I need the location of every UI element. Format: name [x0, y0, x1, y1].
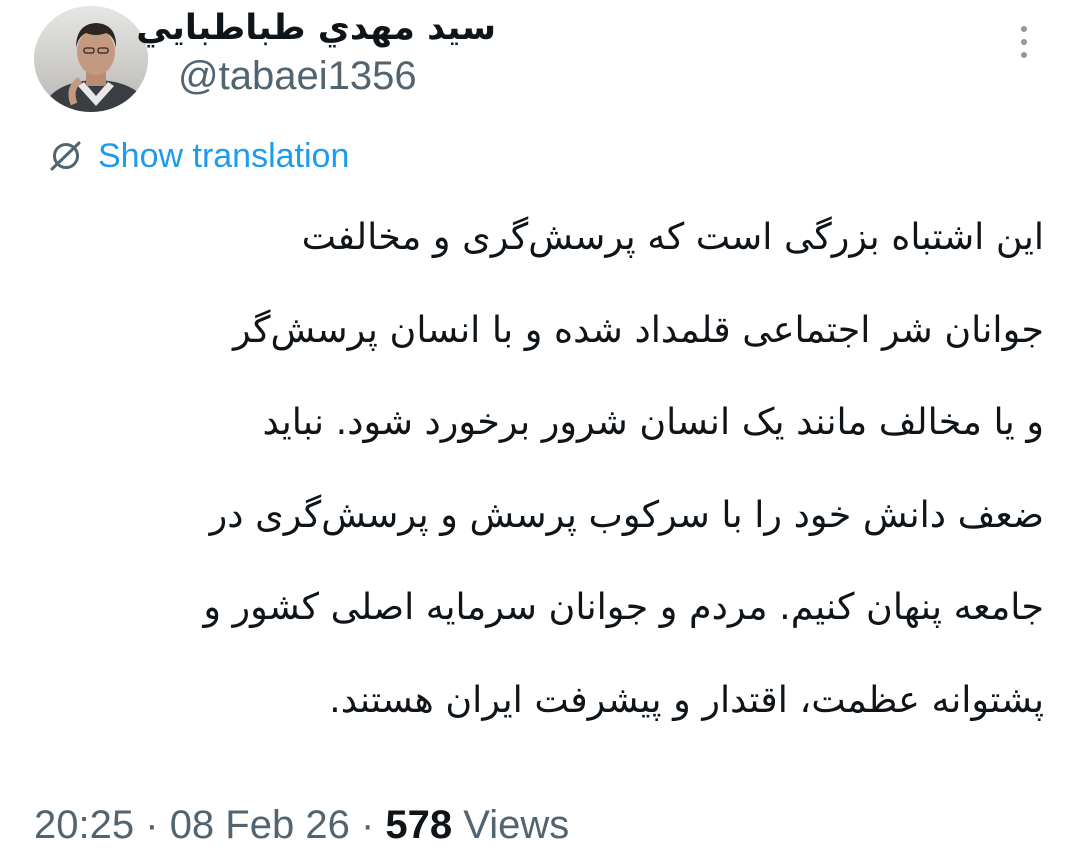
views-label: Views	[463, 803, 570, 847]
tweet-meta: 20:25 · 08 Feb 26 · 578 Views	[34, 800, 569, 850]
tweet-text-line: و یا مخالف مانند یک انسان شرور برخورد شو…	[262, 400, 1044, 444]
more-vertical-icon-dot	[1021, 52, 1027, 58]
show-translation-label: Show translation	[98, 136, 350, 175]
tweet-time[interactable]: 20:25	[34, 803, 134, 847]
tweet-date[interactable]: 08 Feb 26	[170, 803, 350, 847]
avatar-photo	[34, 6, 148, 112]
tweet-text-line: جامعه پنهان کنیم. مردم و جوانان سرمایه ا…	[203, 585, 1044, 629]
author-handle[interactable]: @tabaei1356	[178, 52, 417, 100]
views-count[interactable]: 578	[385, 803, 452, 847]
tweet-text-line: جوانان شر اجتماعی قلمداد شده و با انسان …	[232, 307, 1044, 351]
avatar[interactable]	[34, 6, 148, 112]
show-translation-button[interactable]: Show translation	[48, 134, 349, 178]
more-options-button[interactable]	[1006, 20, 1042, 64]
more-vertical-icon-dot	[1021, 39, 1027, 45]
tweet-text-line: پشتوانه عظمت، اقتدار و پیشرفت ایران هستن…	[329, 677, 1044, 721]
tweet-text-line: ضعف دانش خود را با سرکوب پرسش و پرسش‌گری…	[209, 492, 1044, 536]
tweet-text-line: این اشتباه بزرگی است که پرسش‌گری و مخالف…	[301, 215, 1044, 258]
meta-separator: ·	[145, 803, 159, 847]
author-display-name[interactable]: سيد مهدي طباطبايي	[136, 6, 496, 50]
more-vertical-icon	[1021, 26, 1027, 32]
tweet-text: این اشتباه بزرگی است که پرسش‌گری و مخالف…	[54, 215, 1044, 775]
translate-globe-icon	[50, 141, 81, 171]
meta-separator: ·	[360, 803, 375, 847]
